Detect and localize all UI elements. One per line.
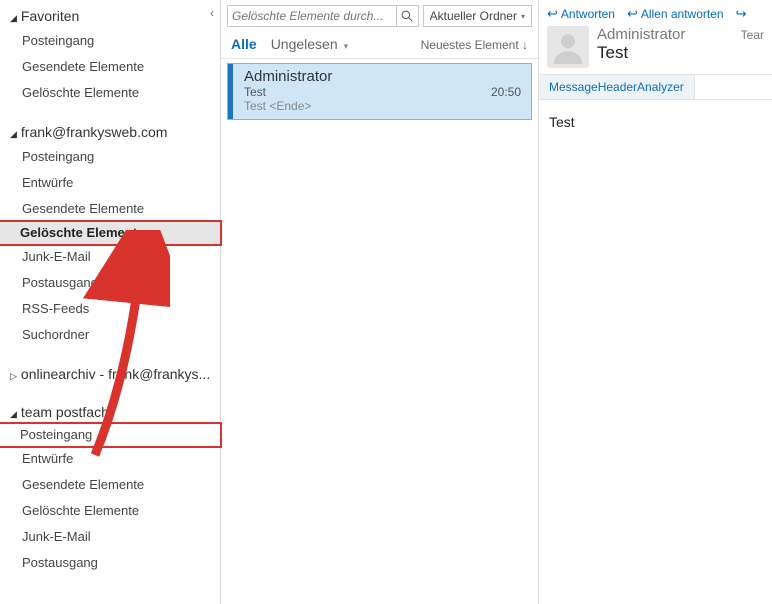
reply-all-label: Allen antworten	[641, 7, 724, 21]
acc3-item-geloescht[interactable]: Gelöschte Elemente	[0, 498, 220, 524]
message-list-pane: Aktueller Ordner ▾ Alle Ungelesen ▾ Neue…	[221, 0, 539, 604]
caret-down-icon: ◢	[10, 129, 17, 139]
message-from: Administrator	[244, 68, 521, 85]
mid-toolbar: Aktueller Ordner ▾	[221, 0, 538, 32]
reading-subject: Test	[597, 43, 764, 63]
reply-all-button[interactable]: ↩ Allen antworten	[627, 6, 724, 22]
acc1-item-geloescht[interactable]: Gelöschte Elemente	[0, 220, 222, 246]
reply-icon: ↩	[547, 6, 558, 22]
selection-bar	[228, 64, 233, 119]
fav-item-gesendete[interactable]: Gesendete Elemente	[0, 54, 220, 80]
account2-label: onlinearchiv - frank@frankys...	[21, 366, 210, 382]
fav-item-geloescht[interactable]: Gelöschte Elemente	[0, 80, 220, 106]
fav-item-posteingang[interactable]: Posteingang	[0, 28, 220, 54]
filter-unread[interactable]: Ungelesen	[271, 36, 338, 52]
search-input[interactable]	[228, 9, 396, 23]
reading-from: Administrator	[597, 26, 685, 43]
addin-tabs: MessageHeaderAnalyzer	[539, 74, 772, 100]
team-label: Tear	[741, 28, 764, 42]
chevron-down-icon[interactable]: ▾	[344, 41, 349, 52]
caret-right-icon: ▷	[10, 371, 17, 381]
reading-header: Administrator Tear Test	[539, 24, 772, 74]
forward-icon: ↪	[736, 6, 747, 22]
search-icon[interactable]	[396, 6, 418, 26]
reply-actions: ↩ Antworten ↩ Allen antworten ↪	[539, 0, 772, 24]
reply-button[interactable]: ↩ Antworten	[547, 6, 615, 22]
folder-tree: ‹ ◢ Favoriten Posteingang Gesendete Eleme…	[0, 0, 221, 604]
filter-row: Alle Ungelesen ▾ Neuestes Element ↓	[221, 32, 538, 59]
message-time: 20:50	[491, 85, 521, 99]
message-subject: Test	[244, 85, 266, 99]
acc1-item-rss[interactable]: RSS-Feeds	[0, 296, 220, 322]
acc3-item-posteingang[interactable]: Posteingang	[0, 422, 222, 448]
message-item[interactable]: Administrator Test 20:50 Test <Ende>	[227, 63, 532, 120]
reply-label: Antworten	[561, 7, 615, 21]
favorites-label: Favoriten	[21, 8, 79, 24]
acc3-item-entwuerfe[interactable]: Entwürfe	[0, 446, 220, 472]
filter-all[interactable]: Alle	[231, 36, 257, 52]
account1-section: ◢ frank@frankysweb.com Posteingang Entwür…	[0, 120, 220, 348]
caret-down-icon: ◢	[10, 13, 17, 23]
acc3-item-gesendete[interactable]: Gesendete Elemente	[0, 472, 220, 498]
forward-button[interactable]: ↪	[736, 6, 747, 22]
account3-header[interactable]: ◢ team postfach	[0, 400, 220, 424]
account2-section: ▷ onlinearchiv - frank@frankys...	[0, 362, 220, 386]
acc3-item-junk[interactable]: Junk-E-Mail	[0, 524, 220, 550]
acc3-item-postausgang[interactable]: Postausgang	[0, 550, 220, 576]
acc1-item-suchordner[interactable]: Suchordner	[0, 322, 220, 348]
tab-messageheaderanalyzer[interactable]: MessageHeaderAnalyzer	[539, 75, 695, 99]
sort-dropdown[interactable]: Neuestes Element ↓	[421, 38, 528, 52]
account3-label: team postfach	[21, 404, 109, 420]
message-preview: Test <Ende>	[244, 99, 521, 113]
chevron-down-icon: ▾	[521, 12, 525, 21]
account1-label: frank@frankysweb.com	[21, 124, 167, 140]
account2-header[interactable]: ▷ onlinearchiv - frank@frankys...	[0, 362, 220, 386]
favorites-header[interactable]: ◢ Favoriten	[0, 4, 220, 28]
account1-header[interactable]: ◢ frank@frankysweb.com	[0, 120, 220, 144]
search-box[interactable]	[227, 5, 419, 27]
reply-all-icon: ↩	[627, 6, 638, 22]
acc1-item-posteingang[interactable]: Posteingang	[0, 144, 220, 170]
reading-body: Test	[539, 100, 772, 144]
scope-label: Aktueller Ordner	[430, 9, 517, 23]
account3-section: ◢ team postfach Posteingang Entwürfe Gese…	[0, 400, 220, 576]
acc1-item-gesendete[interactable]: Gesendete Elemente	[0, 196, 220, 222]
caret-down-icon: ◢	[10, 409, 17, 419]
acc1-item-postausgang[interactable]: Postausgang	[0, 270, 220, 296]
favorites-section: ◢ Favoriten Posteingang Gesendete Element…	[0, 4, 220, 106]
avatar	[547, 26, 589, 68]
reading-pane: ↩ Antworten ↩ Allen antworten ↪ Administ…	[539, 0, 772, 604]
collapse-sidebar-icon[interactable]: ‹	[210, 6, 214, 20]
acc1-item-entwuerfe[interactable]: Entwürfe	[0, 170, 220, 196]
acc1-item-junk[interactable]: Junk-E-Mail	[0, 244, 220, 270]
search-scope-dropdown[interactable]: Aktueller Ordner ▾	[423, 5, 532, 27]
